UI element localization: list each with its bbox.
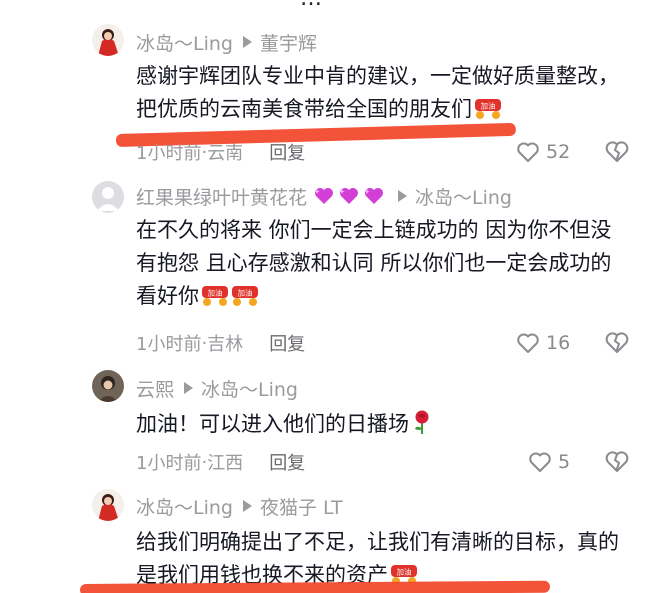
svg-text:加油: 加油 bbox=[208, 288, 223, 298]
username[interactable]: 红果果绿叶叶黄花花 bbox=[136, 183, 307, 210]
location: 云南 bbox=[207, 143, 244, 164]
reply-to-username[interactable]: 冰岛～Ling bbox=[201, 375, 298, 402]
like-count: 16 bbox=[546, 332, 571, 354]
jiayou-emoji: 加油 bbox=[474, 96, 502, 120]
reply-to-username[interactable]: 夜猫子 LT bbox=[260, 493, 343, 520]
comment-header: 红果果绿叶叶黄花花 冰岛～Ling bbox=[136, 183, 512, 210]
timestamp: 1小时前 bbox=[136, 334, 202, 355]
jiayou-emoji: 加油 bbox=[231, 283, 259, 307]
username[interactable]: 云熙 bbox=[136, 375, 174, 402]
triangle-right-icon bbox=[184, 382, 194, 394]
like-count: 52 bbox=[546, 141, 571, 163]
cut-off-header: … bbox=[300, 0, 390, 11]
jiayou-emoji: 加油 bbox=[201, 283, 229, 307]
dislike-button[interactable] bbox=[604, 139, 630, 165]
avatar[interactable] bbox=[92, 24, 124, 56]
avatar[interactable] bbox=[92, 489, 124, 521]
reply-button[interactable]: 回复 bbox=[269, 449, 305, 475]
svg-text:加油: 加油 bbox=[238, 288, 253, 298]
rose-emoji bbox=[411, 409, 439, 434]
comment-text: 感谢宇辉团队专业中肯的建议，一定做好质量整改，把优质的云南美食带给全国的朋友们 … bbox=[136, 64, 619, 121]
heart-outline-icon bbox=[529, 452, 551, 472]
triangle-right-icon bbox=[242, 500, 252, 512]
avatar[interactable] bbox=[92, 181, 124, 213]
broken-heart-icon bbox=[605, 332, 629, 353]
triangle-right-icon bbox=[398, 190, 408, 202]
like-count: 5 bbox=[558, 451, 571, 473]
like-button[interactable]: 52 bbox=[516, 139, 570, 165]
username[interactable]: 冰岛～Ling bbox=[136, 29, 233, 56]
heart-outline-icon bbox=[517, 142, 539, 162]
comment-meta: 1小时前 · 吉林 回复 bbox=[136, 330, 305, 356]
comment-thread: … 冰岛～Ling 董宇辉 感谢宇辉团队专业中肯的建议，一定做好质量整改，把优质… bbox=[0, 0, 650, 593]
heart-outline-icon bbox=[517, 333, 539, 353]
dislike-button[interactable] bbox=[604, 449, 630, 475]
broken-heart-icon bbox=[605, 451, 629, 472]
like-button[interactable]: 5 bbox=[528, 449, 570, 475]
svg-text:加油: 加油 bbox=[481, 101, 496, 111]
comment-header: 冰岛～Ling 夜猫子 LT bbox=[136, 493, 343, 520]
timestamp: 1小时前 bbox=[136, 453, 202, 474]
location: 吉林 bbox=[207, 334, 244, 355]
timestamp: 1小时前 bbox=[136, 143, 202, 164]
broken-heart-icon bbox=[605, 141, 629, 162]
comment-meta: 1小时前 · 云南 回复 bbox=[136, 139, 305, 165]
comment-header: 云熙 冰岛～Ling bbox=[136, 375, 298, 402]
reply-to-username[interactable]: 冰岛～Ling bbox=[415, 183, 512, 210]
reply-to-username[interactable]: 董宇辉 bbox=[260, 29, 317, 56]
reply-button[interactable]: 回复 bbox=[269, 330, 305, 356]
comment-meta: 1小时前 · 江西 回复 bbox=[136, 449, 305, 475]
comment-text: 加油！可以进入他们的日播场 bbox=[136, 408, 626, 441]
dislike-button[interactable] bbox=[604, 330, 630, 356]
triangle-right-icon bbox=[242, 36, 252, 48]
reply-button[interactable]: 回复 bbox=[269, 139, 305, 165]
sparkling-heart-emoji bbox=[313, 186, 388, 206]
comment-header: 冰岛～Ling 董宇辉 bbox=[136, 29, 317, 56]
svg-text:加油: 加油 bbox=[397, 567, 412, 577]
username[interactable]: 冰岛～Ling bbox=[136, 493, 233, 520]
highlight-stroke bbox=[79, 580, 551, 593]
comment-text: 在不久的将来 你们一定会上链成功的 因为你不但没有抱怨 且心存感激和认同 所以你… bbox=[136, 218, 612, 308]
avatar[interactable] bbox=[92, 370, 124, 402]
like-button[interactable]: 16 bbox=[516, 330, 570, 356]
location: 江西 bbox=[207, 453, 244, 474]
